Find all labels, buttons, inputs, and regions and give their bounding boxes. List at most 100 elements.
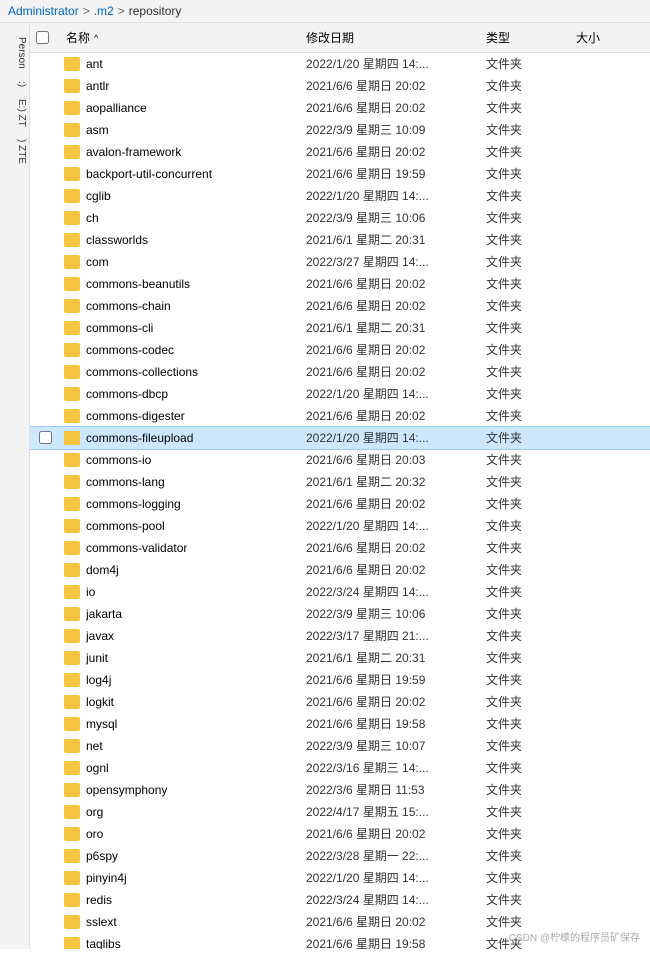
row-name-cell: org	[60, 803, 300, 821]
table-row[interactable]: sslext2021/6/6 星期日 20:02文件夹	[30, 911, 650, 933]
table-row[interactable]: classworlds2021/6/1 星期二 20:31文件夹	[30, 229, 650, 251]
row-date: 2022/3/28 星期一 22:...	[300, 845, 480, 866]
row-type: 文件夹	[480, 339, 570, 360]
table-row[interactable]: ant2022/1/20 星期四 14:...文件夹	[30, 53, 650, 75]
row-name-cell: mysql	[60, 715, 300, 733]
row-size	[570, 150, 650, 154]
folder-icon	[64, 519, 80, 533]
table-row[interactable]: commons-logging2021/6/6 星期日 20:02文件夹	[30, 493, 650, 515]
row-name: asm	[86, 123, 109, 137]
table-row[interactable]: commons-validator2021/6/6 星期日 20:02文件夹	[30, 537, 650, 559]
table-row[interactable]: backport-util-concurrent2021/6/6 星期日 19:…	[30, 163, 650, 185]
col-type-header[interactable]: 类型	[480, 27, 570, 48]
row-size	[570, 788, 650, 792]
row-type: 文件夹	[480, 713, 570, 734]
table-row[interactable]: log4j2021/6/6 星期日 19:59文件夹	[30, 669, 650, 691]
table-row[interactable]: commons-lang2021/6/1 星期二 20:32文件夹	[30, 471, 650, 493]
row-type: 文件夹	[480, 251, 570, 272]
folder-icon	[64, 563, 80, 577]
table-row[interactable]: commons-fileupload2022/1/20 星期四 14:...文件…	[30, 427, 650, 449]
row-checkbox[interactable]	[39, 431, 52, 444]
row-size	[570, 524, 650, 528]
col-name-header[interactable]: 名称 ^	[60, 27, 300, 48]
table-row[interactable]: org2022/4/17 星期五 15:...文件夹	[30, 801, 650, 823]
row-size	[570, 612, 650, 616]
table-row[interactable]: io2022/3/24 星期四 14:...文件夹	[30, 581, 650, 603]
sidebar-item-3[interactable]: ) ZTE	[0, 133, 29, 170]
table-row[interactable]: taglibs2021/6/6 星期日 19:58文件夹	[30, 933, 650, 949]
row-size	[570, 810, 650, 814]
table-row[interactable]: redis2022/3/24 星期四 14:...文件夹	[30, 889, 650, 911]
table-row[interactable]: avalon-framework2021/6/6 星期日 20:02文件夹	[30, 141, 650, 163]
row-type: 文件夹	[480, 603, 570, 624]
folder-icon	[64, 739, 80, 753]
table-row[interactable]: dom4j2021/6/6 星期日 20:02文件夹	[30, 559, 650, 581]
row-name-cell: backport-util-concurrent	[60, 165, 300, 183]
folder-icon	[64, 915, 80, 929]
table-row[interactable]: commons-dbcp2022/1/20 星期四 14:...文件夹	[30, 383, 650, 405]
table-row[interactable]: cglib2022/1/20 星期四 14:...文件夹	[30, 185, 650, 207]
table-row[interactable]: ognl2022/3/16 星期三 14:...文件夹	[30, 757, 650, 779]
row-name: commons-cli	[86, 321, 153, 335]
breadcrumb-m2[interactable]: .m2	[94, 4, 114, 18]
col-size-header[interactable]: 大小	[570, 27, 650, 48]
row-name-cell: ant	[60, 55, 300, 73]
row-date: 2021/6/6 星期日 19:58	[300, 933, 480, 949]
table-row[interactable]: commons-io2021/6/6 星期日 20:03文件夹	[30, 449, 650, 471]
table-row[interactable]: javax2022/3/17 星期四 21:...文件夹	[30, 625, 650, 647]
table-row[interactable]: oro2021/6/6 星期日 20:02文件夹	[30, 823, 650, 845]
row-name-cell: asm	[60, 121, 300, 139]
row-date: 2022/1/20 星期四 14:...	[300, 383, 480, 404]
table-row[interactable]: asm2022/3/9 星期三 10:09文件夹	[30, 119, 650, 141]
table-row[interactable]: junit2021/6/1 星期二 20:31文件夹	[30, 647, 650, 669]
table-row[interactable]: mysql2021/6/6 星期日 19:58文件夹	[30, 713, 650, 735]
table-row[interactable]: ch2022/3/9 星期三 10:06文件夹	[30, 207, 650, 229]
row-name-cell: net	[60, 737, 300, 755]
table-row[interactable]: commons-chain2021/6/6 星期日 20:02文件夹	[30, 295, 650, 317]
row-type: 文件夹	[480, 141, 570, 162]
row-type: 文件夹	[480, 449, 570, 470]
sidebar-item-0[interactable]: Person	[0, 31, 29, 75]
col-date-header[interactable]: 修改日期	[300, 27, 480, 48]
folder-icon	[64, 431, 80, 445]
table-row[interactable]: pinyin4j2022/1/20 星期四 14:...文件夹	[30, 867, 650, 889]
table-row[interactable]: commons-pool2022/1/20 星期四 14:...文件夹	[30, 515, 650, 537]
folder-icon	[64, 321, 80, 335]
row-date: 2022/3/6 星期日 11:53	[300, 779, 480, 800]
folder-icon	[64, 365, 80, 379]
row-type: 文件夹	[480, 889, 570, 910]
folder-icon	[64, 827, 80, 841]
row-size	[570, 920, 650, 924]
folder-icon	[64, 255, 80, 269]
table-row[interactable]: commons-collections2021/6/6 星期日 20:02文件夹	[30, 361, 650, 383]
table-row[interactable]: commons-digester2021/6/6 星期日 20:02文件夹	[30, 405, 650, 427]
row-type: 文件夹	[480, 405, 570, 426]
file-list: ant2022/1/20 星期四 14:...文件夹antlr2021/6/6 …	[30, 53, 650, 949]
breadcrumb-admin[interactable]: Administrator	[8, 4, 79, 18]
table-row[interactable]: commons-cli2021/6/1 星期二 20:31文件夹	[30, 317, 650, 339]
table-row[interactable]: net2022/3/9 星期三 10:07文件夹	[30, 735, 650, 757]
sidebar: Person :) E:) ZT ) ZTE	[0, 23, 30, 949]
sidebar-item-1[interactable]: :)	[0, 75, 29, 93]
row-size	[570, 634, 650, 638]
table-row[interactable]: antlr2021/6/6 星期日 20:02文件夹	[30, 75, 650, 97]
table-row[interactable]: opensymphony2022/3/6 星期日 11:53文件夹	[30, 779, 650, 801]
folder-icon	[64, 123, 80, 137]
col-checkbox-header[interactable]	[30, 27, 60, 48]
row-date: 2022/1/20 星期四 14:...	[300, 185, 480, 206]
table-row[interactable]: commons-codec2021/6/6 星期日 20:02文件夹	[30, 339, 650, 361]
sidebar-item-2[interactable]: E:) ZT	[0, 93, 29, 133]
row-size	[570, 744, 650, 748]
table-row[interactable]: com2022/3/27 星期四 14:...文件夹	[30, 251, 650, 273]
row-date: 2021/6/6 星期日 20:02	[300, 75, 480, 96]
table-row[interactable]: aopalliance2021/6/6 星期日 20:02文件夹	[30, 97, 650, 119]
table-row[interactable]: logkit2021/6/6 星期日 20:02文件夹	[30, 691, 650, 713]
row-name: commons-lang	[86, 475, 165, 489]
table-row[interactable]: commons-beanutils2021/6/6 星期日 20:02文件夹	[30, 273, 650, 295]
folder-icon	[64, 937, 80, 950]
select-all-checkbox[interactable]	[36, 31, 49, 44]
row-name: ognl	[86, 761, 109, 775]
row-type: 文件夹	[480, 229, 570, 250]
table-row[interactable]: jakarta2022/3/9 星期三 10:06文件夹	[30, 603, 650, 625]
table-row[interactable]: p6spy2022/3/28 星期一 22:...文件夹	[30, 845, 650, 867]
